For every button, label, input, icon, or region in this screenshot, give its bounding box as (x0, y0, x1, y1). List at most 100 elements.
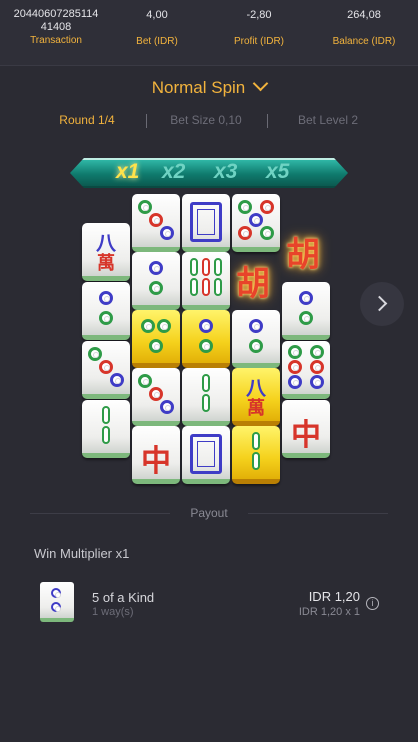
bamboo-icon (190, 278, 198, 296)
tile-one-bamboo (82, 400, 130, 458)
circle-icon (157, 319, 171, 333)
circle-icon (310, 375, 324, 389)
bamboo-icon (214, 278, 222, 296)
circle-icon (260, 200, 274, 214)
multiplier-x1: x1 (116, 160, 140, 183)
multiplier-x3: x3 (214, 160, 238, 183)
tile-eight-wan-gold: 八 萬 (232, 368, 280, 426)
spin-type-label: Normal Spin (151, 78, 246, 97)
payout-amount: IDR 1,20 (308, 589, 360, 604)
circle-icon (149, 213, 163, 227)
win-multiplier: Win Multiplier x1 (34, 546, 130, 561)
bet-value: 4,00 (146, 9, 168, 21)
circle-icon (160, 226, 174, 240)
tile-white-dragon (182, 194, 230, 252)
bamboo-icon (102, 406, 110, 424)
circle-icon (238, 200, 252, 214)
bamboo-icon (214, 258, 222, 276)
payout-symbol-two-circles (40, 582, 74, 622)
white-dragon-icon (190, 202, 222, 242)
transaction-label: Transaction (30, 35, 82, 46)
combo-ways: 1 way(s) (92, 606, 134, 618)
round-info-row: Round 1/4 Bet Size 0,10 Bet Level 2 (0, 113, 418, 129)
spin-type-dropdown[interactable]: Normal Spin (0, 75, 418, 98)
payout-calculation: IDR 1,20 x 1 (298, 606, 360, 618)
circle-icon (299, 311, 313, 325)
transaction-stat: 20440607285114 41408 Transaction (8, 8, 104, 48)
wild-symbol: 胡 (236, 264, 270, 304)
tile-five-circles (232, 194, 280, 252)
bamboo-icon (252, 432, 260, 450)
wild-symbol: 胡 (286, 235, 320, 275)
bamboo-icon (102, 426, 110, 444)
divider (267, 114, 268, 128)
bamboo-icon (202, 394, 210, 412)
tile-two-bamboo (182, 368, 230, 426)
transaction-value-line2: 41408 (40, 21, 72, 33)
tile-three-circles (132, 194, 180, 252)
divider (248, 513, 388, 514)
multiplier-banner (70, 158, 348, 188)
wan-bottom-glyph: 萬 (247, 398, 265, 419)
circle-icon (51, 588, 61, 598)
circle-icon (299, 291, 313, 305)
chevron-down-icon (252, 75, 269, 92)
tile-two-circles (282, 282, 330, 340)
circle-icon (88, 347, 102, 361)
stats-bar: 20440607285114 41408 Transaction 4,00 Be… (0, 0, 418, 66)
transaction-value-line1: 20440607285114 (13, 8, 99, 20)
tile-red-dragon: 中 (282, 400, 330, 458)
bet-label: Bet (IDR) (136, 36, 178, 47)
bet-level: Bet Level 2 (297, 113, 359, 127)
circle-icon (138, 374, 152, 388)
next-round-button[interactable] (360, 282, 404, 326)
profit-label: Profit (IDR) (234, 36, 284, 47)
tile-two-circles-gold (132, 310, 180, 368)
bamboo-icon (252, 452, 260, 470)
circle-icon (288, 375, 302, 389)
circle-icon (149, 281, 163, 295)
divider (146, 114, 147, 128)
circle-icon (199, 319, 213, 333)
balance-value: 264,08 (347, 9, 381, 21)
circle-icon (199, 339, 213, 353)
bamboo-icon (190, 258, 198, 276)
circle-icon (138, 200, 152, 214)
tile-two-circles (232, 310, 280, 368)
bamboo-icon (202, 374, 210, 392)
circle-icon (249, 213, 263, 227)
circle-icon (160, 400, 174, 414)
circle-icon (310, 345, 324, 359)
tile-two-circles-gold (182, 310, 230, 368)
round-indicator: Round 1/4 (59, 113, 115, 127)
circle-icon (238, 226, 252, 240)
red-dragon-glyph: 中 (141, 444, 171, 479)
bamboo-icon (202, 258, 210, 276)
profit-stat: -2,80 Profit (IDR) (224, 8, 294, 49)
circle-icon (99, 291, 113, 305)
multiplier-x2: x2 (162, 160, 186, 183)
tile-two-circles (132, 252, 180, 310)
bet-stat: 4,00 Bet (IDR) (124, 8, 190, 49)
circle-icon (288, 345, 302, 359)
white-dragon-icon (190, 434, 222, 474)
circle-icon (141, 319, 155, 333)
balance-label: Balance (IDR) (332, 36, 396, 47)
circle-icon (310, 360, 324, 374)
wan-bottom-glyph: 萬 (97, 253, 115, 274)
tile-three-circles (132, 368, 180, 426)
tile-six-circles (282, 341, 330, 399)
circle-icon (260, 226, 274, 240)
circle-icon (99, 360, 113, 374)
circle-icon (149, 261, 163, 275)
circle-icon (288, 360, 302, 374)
tile-white-dragon (182, 426, 230, 484)
combo-name: 5 of a Kind (92, 590, 155, 605)
multiplier-x5: x5 (266, 160, 290, 183)
tile-two-circles (82, 282, 130, 340)
circle-icon (110, 373, 124, 387)
circle-icon (51, 602, 61, 612)
tile-two-bamboo-gold (232, 426, 280, 484)
balance-stat: 264,08 Balance (IDR) (322, 8, 406, 49)
info-icon[interactable]: i (366, 597, 379, 610)
